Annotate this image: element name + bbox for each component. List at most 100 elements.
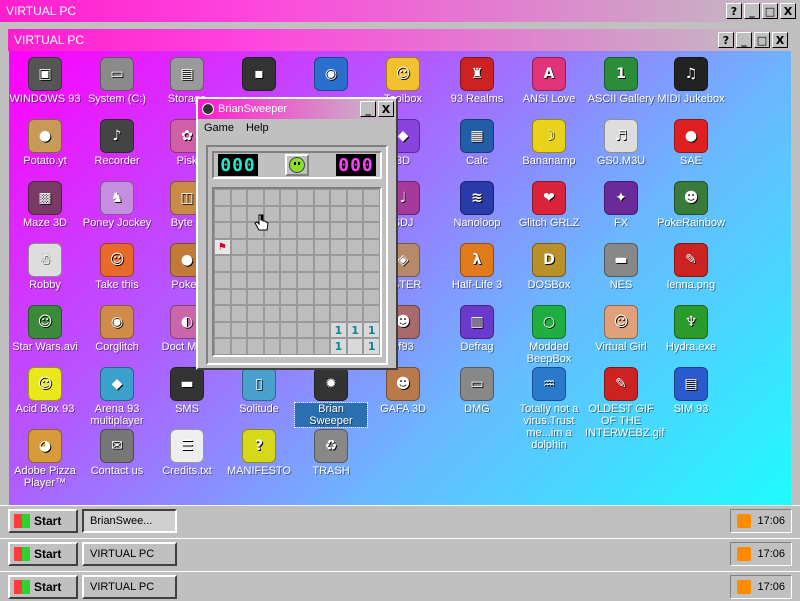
menu-game[interactable]: Game — [204, 122, 234, 134]
taskbar-item-briansweeper[interactable]: BrianSwee... — [82, 508, 177, 533]
desktop-icon-hydra-exe[interactable]: ♆ Hydra.exe — [655, 305, 727, 353]
mine-cell[interactable] — [247, 338, 264, 355]
mine-cell[interactable] — [346, 222, 364, 239]
mine-cell[interactable] — [297, 222, 314, 239]
briansweeper-titlebar[interactable]: BrianSweeper _ X — [198, 99, 396, 119]
mine-cell[interactable] — [346, 205, 364, 223]
mine-cell[interactable] — [346, 305, 364, 322]
desktop-icon-93-realms[interactable]: ♜ 93 Realms — [441, 57, 513, 105]
mine-cell[interactable] — [280, 338, 297, 355]
mine-cell[interactable] — [280, 222, 297, 239]
desktop-icon-lenna-png[interactable]: ✎ lenna.png — [655, 243, 727, 291]
desktop-icon-potato-yt[interactable]: ● Potato.yt — [9, 119, 81, 167]
mine-cell[interactable] — [363, 205, 380, 223]
mine-cell[interactable] — [330, 222, 347, 239]
taskbar-item-virtual-pc-outer[interactable]: VIRTUAL PC — [82, 574, 177, 599]
mine-cell[interactable] — [214, 272, 231, 289]
desktop-icon-oldest-gif-of-the-interwebz-gif[interactable]: ✎ OLDEST GIF OF THE INTERWEBZ.gif — [585, 367, 664, 439]
start-button-outer[interactable]: Start — [8, 574, 78, 599]
desktop-icon-item[interactable]: ◉ — [295, 57, 367, 93]
desktop-icon-nes[interactable]: ▬ NES — [585, 243, 657, 291]
desktop-icon-half-life-3[interactable]: λ Half-Life 3 — [441, 243, 513, 291]
mine-cell[interactable] — [230, 205, 248, 223]
desktop-icon-item[interactable]: ▪ — [223, 57, 295, 93]
mine-cell[interactable] — [280, 321, 297, 339]
desktop-icon-manifesto[interactable]: ? MANIFESTO — [223, 429, 295, 477]
mine-cell[interactable] — [214, 189, 231, 206]
desktop-icon-maze-3d[interactable]: ▩ Maze 3D — [9, 181, 81, 229]
desktop-icon-windows-93[interactable]: ▣ WINDOWS 93 — [9, 57, 81, 105]
mine-cell[interactable] — [330, 305, 347, 322]
desktop-icon-acid-box-93[interactable]: ☺ Acid Box 93 — [9, 367, 81, 415]
flag-icon[interactable]: ⚑ — [214, 238, 231, 256]
close-button[interactable]: X — [780, 3, 796, 19]
mine-cell[interactable] — [280, 305, 297, 322]
mine-cell[interactable] — [280, 189, 297, 206]
mine-cell[interactable]: 1 — [330, 338, 347, 355]
desktop-icon-nanoloop[interactable]: ≋ Nanoloop — [441, 181, 513, 229]
desktop-icon-bananamp[interactable]: ☽ Bananamp — [513, 119, 585, 167]
desktop-icon-gafa-3d[interactable]: ☻ GAFA 3D — [367, 367, 439, 415]
mine-cell[interactable] — [346, 288, 364, 306]
inner-maximize-button[interactable]: □ — [754, 32, 770, 48]
mine-cell[interactable] — [263, 238, 281, 256]
mine-cell[interactable] — [297, 305, 314, 322]
desktop-icon-gs0-m3u[interactable]: ♬ GS0.M3U — [585, 119, 657, 167]
mine-cell[interactable] — [297, 272, 314, 289]
mine-cell[interactable] — [214, 255, 231, 272]
desktop-icon-sms[interactable]: ▬ SMS — [151, 367, 223, 415]
desktop-icon-pokerainbow[interactable]: ☻ PokeRainbow — [655, 181, 727, 229]
mine-cell[interactable] — [247, 305, 264, 322]
reset-button[interactable] — [285, 154, 309, 176]
mine-cell[interactable]: 1 — [346, 321, 364, 339]
sweeper-minimize-button[interactable]: _ — [360, 101, 376, 117]
mine-cell[interactable] — [313, 222, 331, 239]
mine-cell[interactable] — [363, 189, 380, 206]
desktop-icon-sim-93[interactable]: ▤ SIM 93 — [655, 367, 727, 415]
desktop-icon-fx[interactable]: ✦ FX — [585, 181, 657, 229]
mine-cell[interactable] — [247, 255, 264, 272]
inner-minimize-button[interactable]: _ — [736, 32, 752, 48]
mine-cell[interactable] — [263, 288, 281, 306]
mine-cell[interactable] — [263, 338, 281, 355]
mine-cell[interactable] — [346, 272, 364, 289]
mine-cell[interactable] — [230, 288, 248, 306]
desktop-icon-midi-jukebox[interactable]: ♫ MIDI Jukebox — [655, 57, 727, 105]
rss-icon[interactable] — [737, 579, 752, 594]
mine-cell[interactable] — [363, 288, 380, 306]
mine-cell[interactable] — [230, 321, 248, 339]
minimize-button[interactable]: _ — [744, 3, 760, 19]
inner-help-button[interactable]: ? — [718, 32, 734, 48]
mine-cell[interactable] — [263, 272, 281, 289]
mine-cell[interactable] — [313, 189, 331, 206]
desktop-icon-virtual-girl[interactable]: ☺ Virtual Girl — [585, 305, 657, 353]
mine-cell[interactable] — [363, 255, 380, 272]
desktop-icon-trash[interactable]: ♻ TRASH — [295, 429, 367, 477]
mine-cell[interactable] — [313, 255, 331, 272]
mine-cell[interactable] — [297, 205, 314, 223]
mine-cell[interactable] — [363, 272, 380, 289]
taskbar-item-virtual-pc[interactable]: VIRTUAL PC — [82, 541, 177, 566]
mine-cell[interactable] — [330, 288, 347, 306]
inner-close-button[interactable]: X — [772, 32, 788, 48]
mine-cell[interactable] — [230, 255, 248, 272]
mine-cell[interactable] — [247, 288, 264, 306]
mine-cell[interactable] — [346, 189, 364, 206]
mine-cell[interactable] — [214, 288, 231, 306]
mine-cell[interactable] — [297, 321, 314, 339]
desktop-icon-adobe-pizza-player[interactable]: ◕ Adobe Pizza Player™ — [9, 429, 81, 489]
mine-cell[interactable]: 1 — [363, 321, 380, 339]
mine-cell[interactable] — [363, 238, 380, 256]
mine-cell[interactable] — [313, 305, 331, 322]
desktop-icon-ascii-gallery[interactable]: 1 ASCII Gallery — [585, 57, 657, 105]
start-button-inner[interactable]: Start — [8, 508, 78, 533]
mine-cell[interactable] — [247, 321, 264, 339]
mine-cell[interactable] — [214, 222, 231, 239]
desktop-icon-dosbox[interactable]: D DOSBox — [513, 243, 585, 291]
mine-cell[interactable] — [297, 338, 314, 355]
desktop-icon-modded-beepbox[interactable]: ○ Modded BeepBox — [513, 305, 585, 365]
desktop-icon-contact-us[interactable]: ✉ Contact us — [81, 429, 153, 477]
mine-cell[interactable] — [346, 238, 364, 256]
mine-cell[interactable]: 1 — [363, 338, 380, 355]
mine-cell[interactable] — [330, 205, 347, 223]
